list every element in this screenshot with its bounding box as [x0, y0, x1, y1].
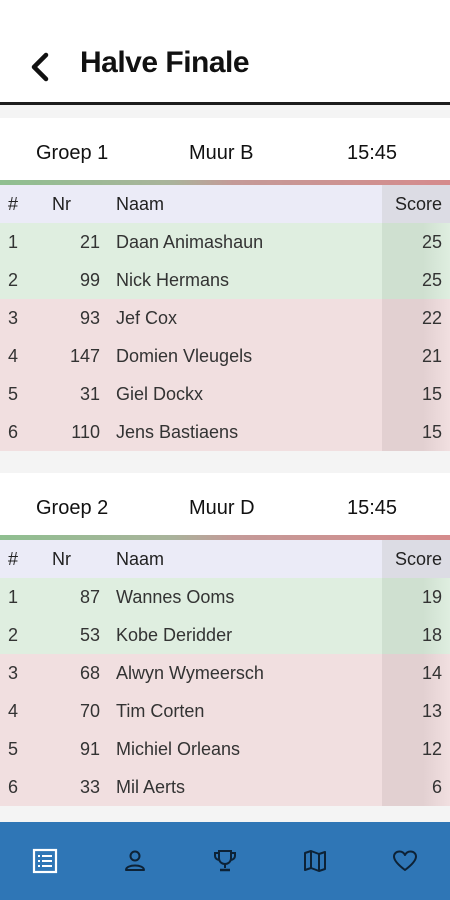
group-card-2: Groep 2 Muur D 15:45 # Nr Naam Score 1 8… [0, 473, 450, 806]
table-header: # Nr Naam Score [0, 540, 450, 578]
row-score: 14 [421, 663, 442, 683]
row-score: 22 [421, 308, 442, 328]
row-name: Jens Bastiaens [116, 422, 239, 442]
heart-icon [393, 850, 417, 871]
row-rank: 4 [8, 346, 19, 366]
row-score: 6 [431, 777, 442, 797]
row-rank: 2 [8, 270, 19, 290]
group-time: 15:45 [347, 497, 398, 519]
row-nr: 93 [79, 308, 100, 328]
col-rank: # [8, 549, 19, 569]
row-nr: 147 [69, 346, 100, 366]
nav-item-map[interactable] [270, 822, 360, 900]
row-nr: 87 [79, 587, 100, 607]
group-header: Groep 2 Muur D 15:45 [0, 473, 450, 535]
row-nr: 70 [79, 701, 100, 721]
row-nr: 99 [79, 270, 100, 290]
nav-item-trophy[interactable] [180, 822, 270, 900]
row-name: Nick Hermans [116, 270, 230, 290]
row-score: 15 [421, 384, 442, 404]
bottom-nav [0, 822, 450, 900]
row-score: 25 [421, 270, 442, 290]
group-wall: Muur D [189, 497, 255, 519]
map-icon [304, 850, 326, 872]
app-header: Halve Finale [0, 0, 450, 105]
nav-item-list[interactable] [0, 822, 90, 900]
row-name: Tim Corten [116, 701, 205, 721]
row-rank: 5 [8, 384, 19, 404]
row-nr: 53 [79, 625, 100, 645]
row-score: 13 [421, 701, 442, 721]
row-rank: 6 [8, 777, 19, 797]
table-row[interactable]: 2 99 Nick Hermans 25 [0, 261, 450, 299]
group-card-1: Groep 1 Muur B 15:45 # Nr Naam Score 1 2… [0, 118, 450, 451]
row-nr: 110 [71, 422, 100, 442]
row-name: Mil Aerts [116, 777, 186, 797]
group-name: Groep 2 [36, 497, 109, 519]
row-name: Giel Dockx [116, 384, 204, 404]
row-rank: 4 [8, 701, 19, 721]
row-nr: 33 [79, 777, 100, 797]
table-row[interactable]: 4 147 Domien Vleugels 21 [0, 337, 450, 375]
table-row[interactable]: 2 53 Kobe Deridder 18 [0, 616, 450, 654]
row-score: 21 [421, 346, 442, 366]
table-row[interactable]: 3 93 Jef Cox 22 [0, 299, 450, 337]
table-row[interactable]: 5 91 Michiel Orleans 12 [0, 730, 450, 768]
row-rank: 3 [8, 308, 19, 328]
row-rank: 1 [8, 587, 19, 607]
row-rank: 3 [8, 663, 19, 683]
table-row[interactable]: 1 21 Daan Animashaun 25 [0, 223, 450, 261]
col-nr: Nr [52, 194, 71, 214]
row-rank: 6 [8, 422, 19, 442]
row-rank: 1 [8, 232, 19, 252]
trophy-icon [214, 850, 236, 872]
nav-item-person[interactable] [90, 822, 180, 900]
row-name: Alwyn Wymeersch [116, 663, 264, 683]
table-header: # Nr Naam Score [0, 185, 450, 223]
table-row[interactable]: 3 68 Alwyn Wymeersch 14 [0, 654, 450, 692]
person-icon [125, 850, 145, 871]
row-rank: 2 [8, 625, 19, 645]
table-row[interactable]: 5 31 Giel Dockx 15 [0, 375, 450, 413]
group-header: Groep 1 Muur B 15:45 [0, 118, 450, 180]
row-score: 12 [421, 739, 442, 759]
row-nr: 21 [79, 232, 100, 252]
row-name: Wannes Ooms [116, 587, 235, 607]
col-score: Score [394, 194, 442, 214]
row-name: Jef Cox [116, 308, 178, 328]
group-time: 15:45 [347, 142, 398, 164]
page-title: Halve Finale [80, 46, 250, 79]
col-name: Naam [116, 549, 165, 569]
row-name: Michiel Orleans [116, 739, 241, 759]
list-icon [32, 848, 58, 874]
row-score: 15 [421, 422, 442, 442]
col-name: Naam [116, 194, 165, 214]
table-row[interactable]: 1 87 Wannes Ooms 19 [0, 578, 450, 616]
group-wall: Muur B [189, 142, 254, 164]
row-rank: 5 [8, 739, 19, 759]
table-row[interactable]: 6 33 Mil Aerts 6 [0, 768, 450, 806]
table-row[interactable]: 4 70 Tim Corten 13 [0, 692, 450, 730]
row-name: Domien Vleugels [116, 346, 253, 366]
row-name: Daan Animashaun [116, 232, 264, 252]
row-nr: 91 [79, 739, 100, 759]
row-score: 18 [421, 625, 442, 645]
row-score: 25 [421, 232, 442, 252]
table-row[interactable]: 6 110 Jens Bastiaens 15 [0, 413, 450, 451]
row-name: Kobe Deridder [116, 625, 233, 645]
row-score: 19 [421, 587, 442, 607]
col-rank: # [8, 194, 19, 214]
nav-item-favorites[interactable] [360, 822, 450, 900]
col-nr: Nr [52, 549, 71, 569]
group-name: Groep 1 [36, 142, 109, 164]
row-nr: 31 [79, 384, 100, 404]
back-button[interactable] [24, 50, 56, 84]
row-nr: 68 [79, 663, 100, 683]
back-arrow-icon [31, 52, 49, 82]
col-score: Score [394, 549, 442, 569]
